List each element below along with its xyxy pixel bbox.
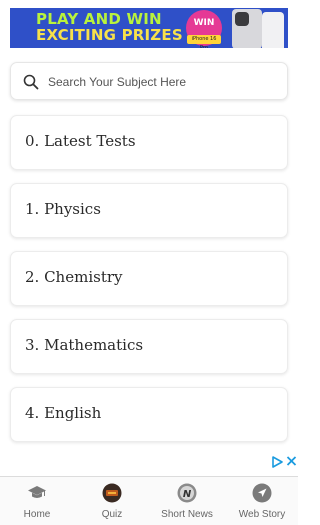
ad-banner-line1: PLAY AND WIN xyxy=(36,10,162,28)
nav-item-web-story[interactable]: Web Story xyxy=(225,477,299,525)
search-bar[interactable] xyxy=(10,62,288,100)
nav-item-short-news[interactable]: N Short News xyxy=(150,477,224,525)
subject-card-label: 2. Chemistry xyxy=(25,268,123,286)
subject-card-physics[interactable]: 1. Physics xyxy=(10,183,288,238)
ad-banner-text: PLAY AND WIN EXCITING PRIZES xyxy=(36,11,183,43)
close-ad-icon[interactable] xyxy=(286,455,297,467)
ad-banner[interactable]: PLAY AND WIN EXCITING PRIZES WIN iPhone … xyxy=(10,8,288,48)
subject-card-label: 0. Latest Tests xyxy=(25,132,136,150)
ad-banner-line2: EXCITING PRIZES xyxy=(36,26,183,44)
bottom-navigation: Home Quiz N Short News Web Story xyxy=(0,476,298,525)
search-icon xyxy=(23,74,39,90)
svg-text:N: N xyxy=(183,489,192,500)
phone-image-back xyxy=(262,12,284,48)
phone-image xyxy=(232,9,262,48)
subject-card-latest-tests[interactable]: 0. Latest Tests xyxy=(10,115,288,170)
subject-card-english[interactable]: 4. English xyxy=(10,387,288,442)
quiz-icon xyxy=(102,483,122,503)
web-story-icon xyxy=(252,483,272,503)
subject-card-label: 4. English xyxy=(25,404,102,422)
win-badge-subtitle: iPhone 16 Pro xyxy=(187,35,221,48)
search-input[interactable] xyxy=(46,71,280,93)
nav-label-quiz: Quiz xyxy=(101,509,123,520)
subject-card-mathematics[interactable]: 3. Mathematics xyxy=(10,319,288,374)
nav-item-home[interactable]: Home xyxy=(0,477,74,525)
nav-label-web-story: Web Story xyxy=(238,509,286,520)
ad-choices[interactable] xyxy=(270,456,298,470)
graduation-cap-icon xyxy=(28,486,46,498)
ad-choices-icon[interactable] xyxy=(272,456,283,468)
news-icon: N xyxy=(177,483,197,503)
subject-card-chemistry[interactable]: 2. Chemistry xyxy=(10,251,288,306)
nav-label-home: Home xyxy=(23,509,51,520)
subject-card-label: 1. Physics xyxy=(25,200,101,218)
nav-item-quiz[interactable]: Quiz xyxy=(75,477,149,525)
subject-card-label: 3. Mathematics xyxy=(25,336,144,354)
nav-label-short-news: Short News xyxy=(161,509,213,520)
